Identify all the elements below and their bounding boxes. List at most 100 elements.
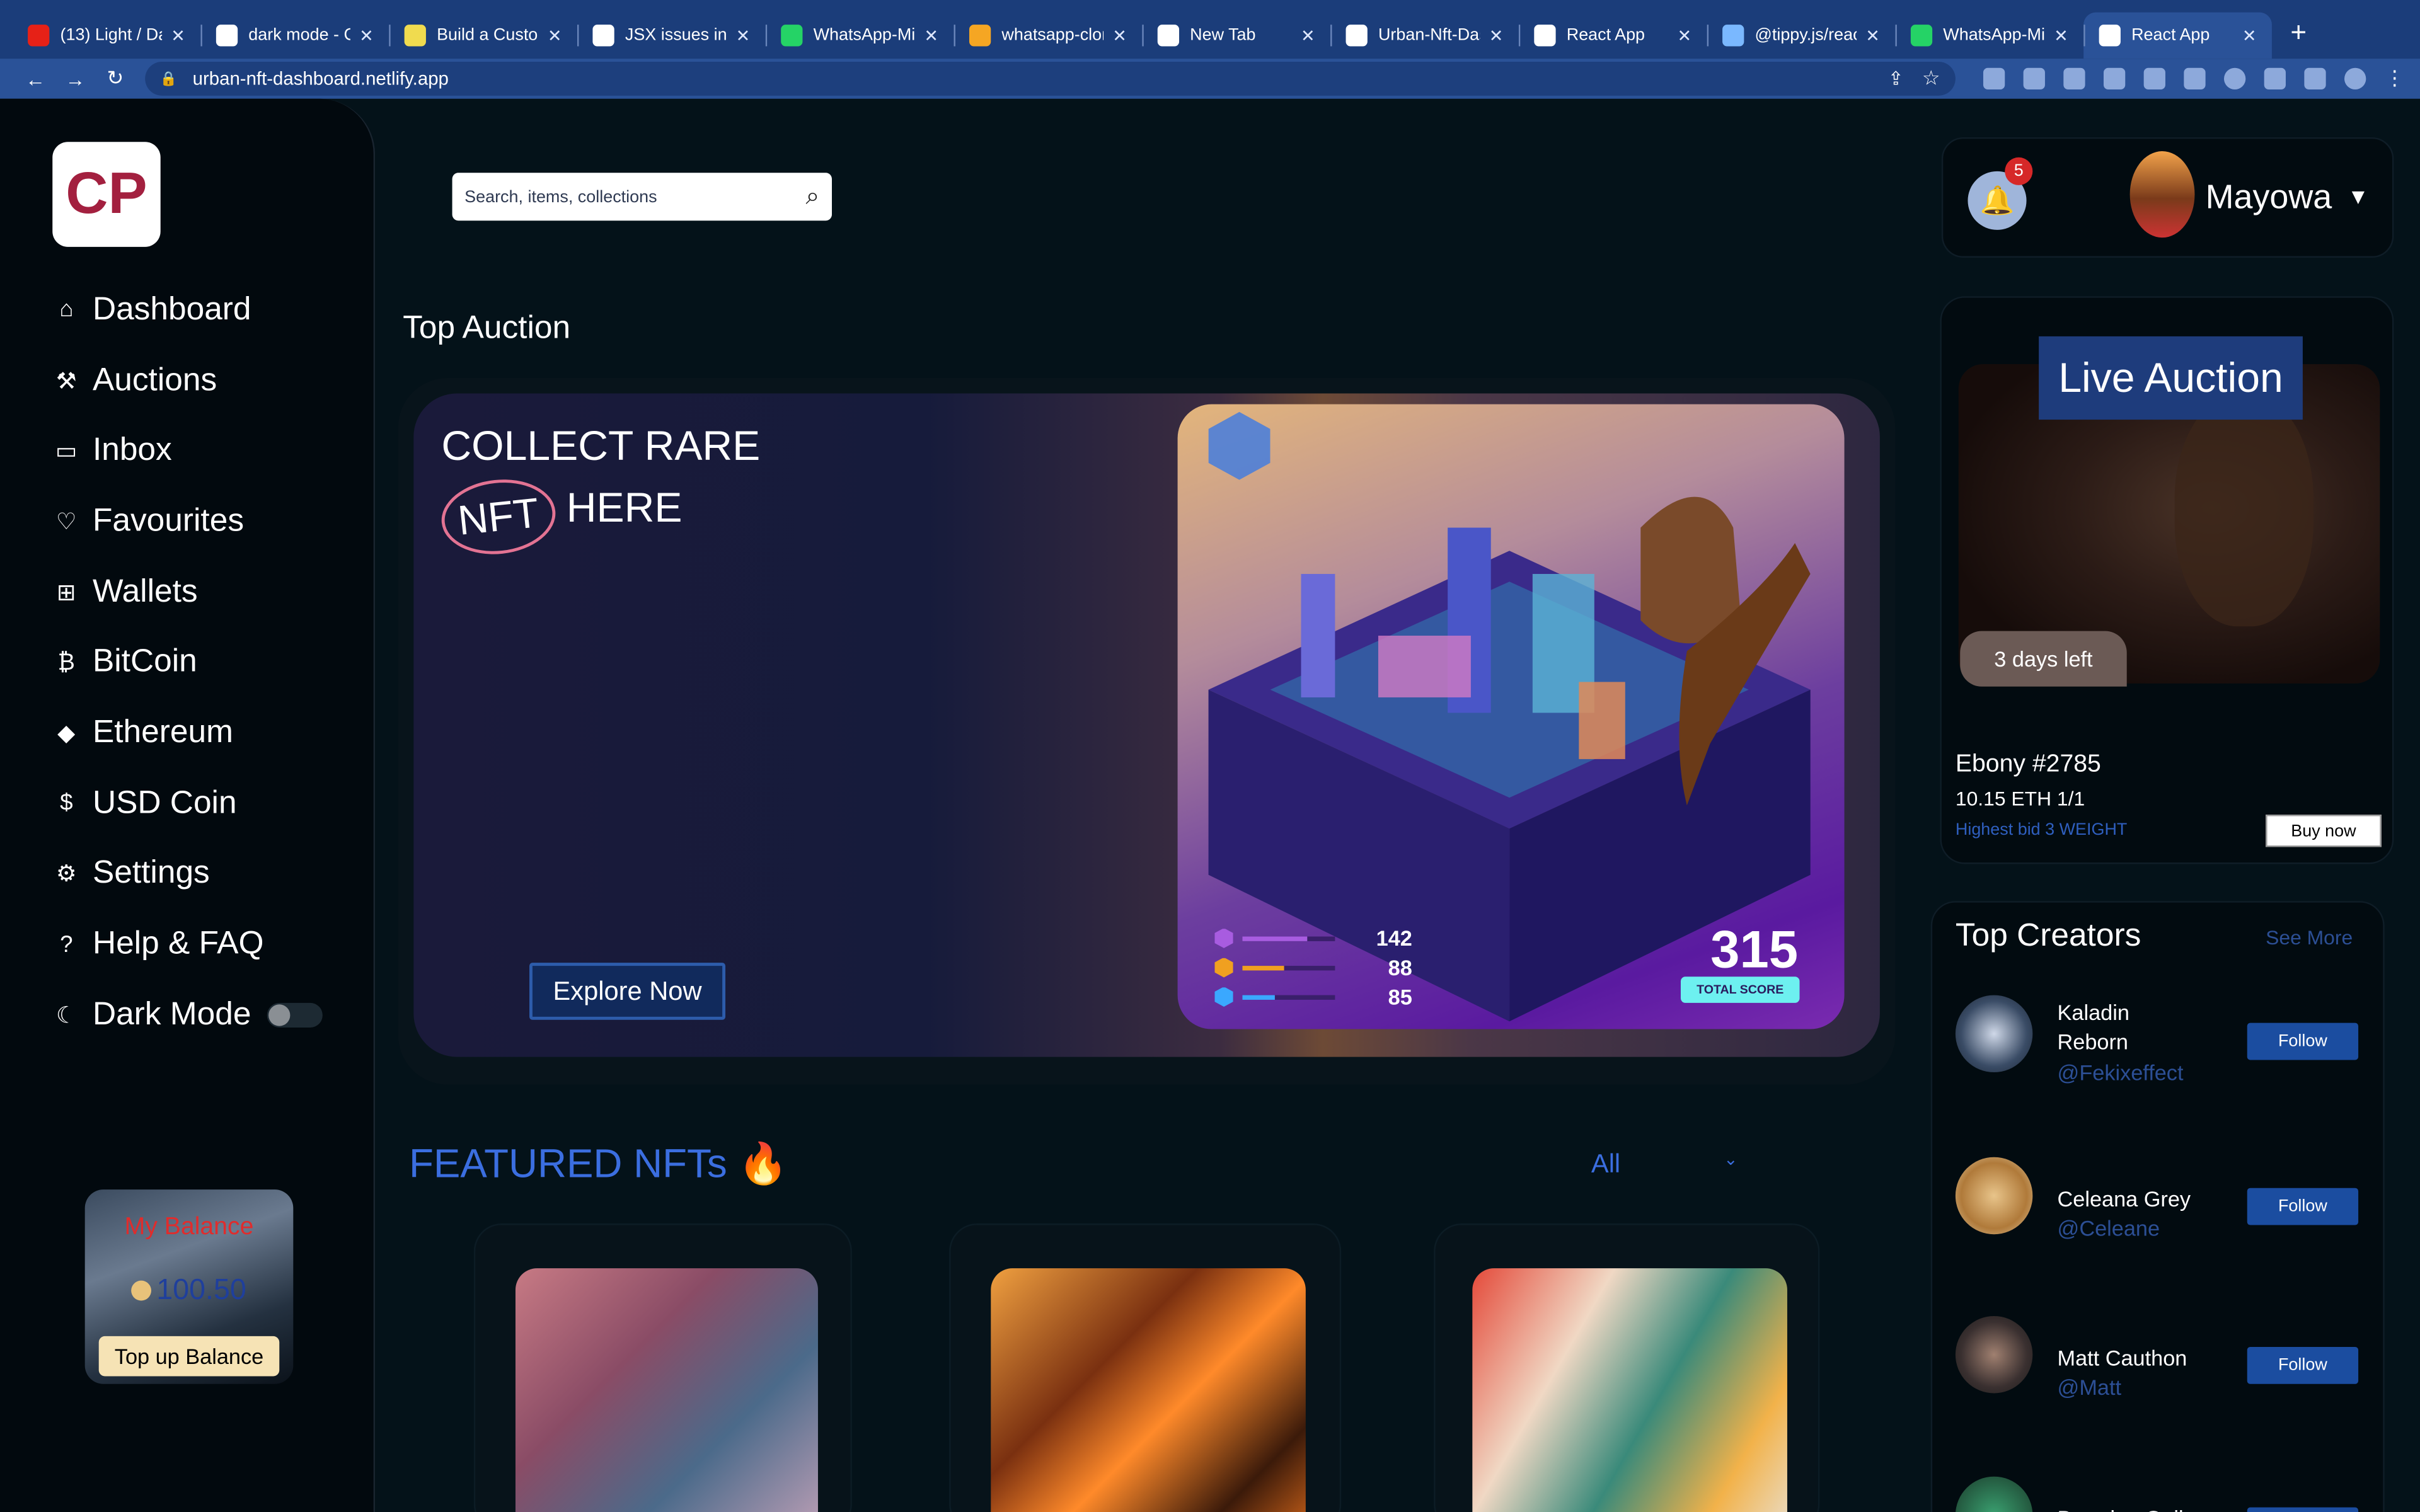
search-bar: ⌕ <box>452 173 833 221</box>
close-icon[interactable]: ✕ <box>2054 25 2068 45</box>
follow-button[interactable]: Follow <box>2247 1188 2359 1225</box>
close-icon[interactable]: ✕ <box>548 25 562 45</box>
sidebar-item-label: Dashboard <box>92 291 251 327</box>
back-icon[interactable]: ← <box>15 67 55 91</box>
share-icon[interactable]: ⇪ <box>1888 68 1904 89</box>
tab-favicon-icon <box>1345 25 1368 47</box>
featured-nft-card[interactable] <box>949 1223 1342 1512</box>
explore-now-button[interactable]: Explore Now <box>529 963 726 1020</box>
sidebar-panel-icon[interactable] <box>2304 67 2326 90</box>
creator-name: Matt Cauthon <box>2057 1345 2187 1370</box>
sidebar-item-bitcoin[interactable]: ₿ BitCoin <box>52 627 322 697</box>
close-icon[interactable]: ✕ <box>924 25 938 45</box>
sidebar-item-auctions[interactable]: ⚒ Auctions <box>52 345 322 416</box>
help-icon: ? <box>60 931 73 958</box>
close-icon[interactable]: ✕ <box>171 25 185 45</box>
sidebar-item-usd-coin[interactable]: $ USD Coin <box>52 768 322 839</box>
close-icon[interactable]: ✕ <box>359 25 374 45</box>
tab-title: dark mode - C <box>248 26 350 45</box>
profile-avatar-icon[interactable] <box>2344 67 2366 90</box>
browser-tab[interactable]: dark mode - C ✕ <box>200 13 389 59</box>
creator-handle[interactable]: @Matt <box>2058 1375 2122 1399</box>
browser-tab[interactable]: WhatsApp-Min ✕ <box>765 13 954 59</box>
sidebar-item-favourites[interactable]: ♡ Favourites <box>52 486 322 557</box>
forward-icon[interactable]: → <box>55 67 95 91</box>
browser-tab[interactable]: @tippy.js/react ✕ <box>1707 13 1896 59</box>
browser-tab[interactable]: (13) Light / Dar ✕ <box>13 13 201 59</box>
close-icon[interactable]: ✕ <box>736 25 751 45</box>
sidebar-item-label: Auctions <box>92 362 217 398</box>
sidebar-item-ethereum[interactable]: ◆ Ethereum <box>52 697 322 768</box>
follow-button[interactable]: Follow <box>2247 1507 2359 1512</box>
browser-tab[interactable]: WhatsApp-Min ✕ <box>1895 13 2083 59</box>
close-icon[interactable]: ✕ <box>1678 25 1692 45</box>
dark-mode-toggle[interactable] <box>266 1002 323 1028</box>
top-up-balance-button[interactable]: Top up Balance <box>98 1336 280 1377</box>
buy-now-button[interactable]: Buy now <box>2266 815 2382 847</box>
browser-tab[interactable]: Urban-Nft-Das ✕ <box>1330 13 1519 59</box>
featured-nft-card[interactable] <box>473 1223 852 1512</box>
avatar[interactable] <box>1955 995 2033 1073</box>
extension-icon[interactable] <box>2224 67 2246 90</box>
logo[interactable]: CP <box>52 142 161 247</box>
extension-icon[interactable] <box>2023 67 2045 90</box>
reload-icon[interactable]: ↻ <box>95 66 135 91</box>
avatar[interactable] <box>1955 1315 2033 1394</box>
menu-dots-icon[interactable]: ⋮ <box>2385 66 2405 91</box>
live-nft-name: Ebony #2785 <box>1955 751 2101 778</box>
creator-handle[interactable]: @Fekixeffect <box>2058 1060 2184 1084</box>
hexagon-icon <box>1214 957 1233 978</box>
browser-tab[interactable]: New Tab ✕ <box>1142 13 1330 59</box>
creator-row: Celeana Grey @Celeane Follow <box>1955 1157 2372 1250</box>
sidebar-item-help-faq[interactable]: ? Help & FAQ <box>52 909 322 980</box>
puzzle-icon[interactable] <box>2264 67 2286 90</box>
avatar[interactable] <box>1955 1157 2033 1235</box>
extension-icon[interactable] <box>1983 67 2005 90</box>
creator-handle[interactable]: @Celeane <box>2058 1216 2160 1240</box>
sidebar-item-inbox[interactable]: ▭ Inbox <box>52 416 322 486</box>
user-name[interactable]: Mayowa <box>2206 178 2332 218</box>
bookmark-star-icon[interactable]: ☆ <box>1922 66 1940 91</box>
highest-bid-text: Highest bid 3 WEIGHT <box>1955 820 2128 840</box>
browser-tab[interactable]: JSX issues in t ✕ <box>577 13 766 59</box>
see-more-link[interactable]: See More <box>2266 925 2353 949</box>
follow-button[interactable]: Follow <box>2247 1346 2359 1384</box>
heart-icon: ♡ <box>55 508 77 536</box>
extension-icon[interactable] <box>2143 67 2165 90</box>
close-icon[interactable]: ✕ <box>2242 25 2257 45</box>
url-field[interactable]: 🔒 urban-nft-dashboard.netlify.app ⇪ ☆ <box>144 61 1956 96</box>
hexagon-icon <box>1214 987 1233 1007</box>
sidebar-item-label: Inbox <box>92 432 172 468</box>
banner-line1: COLLECT RARE <box>441 423 761 469</box>
close-icon[interactable]: ✕ <box>1865 25 1880 45</box>
filter-value: All <box>1591 1149 1621 1179</box>
avatar[interactable] <box>1955 1476 2033 1512</box>
portrait-face-shape <box>2174 394 2314 627</box>
new-tab-button[interactable]: + <box>2272 17 2325 59</box>
close-icon[interactable]: ✕ <box>1112 25 1127 45</box>
featured-filter-select[interactable]: All ⌄ <box>1591 1150 1738 1181</box>
avatar[interactable] <box>2129 151 2195 238</box>
follow-button[interactable]: Follow <box>2247 1022 2359 1060</box>
sidebar-item-wallets[interactable]: ⊞ Wallets <box>52 556 322 627</box>
live-auction-card: Live Auction 3 days left Ebony #2785 10.… <box>1940 296 2394 864</box>
extension-icon[interactable] <box>2104 67 2126 90</box>
sidebar-item-settings[interactable]: ⚙ Settings <box>52 839 322 909</box>
browser-tab[interactable]: Build a Custom ✕ <box>389 13 577 59</box>
close-icon[interactable]: ✕ <box>1301 25 1315 45</box>
sidebar-item-dashboard[interactable]: ⌂ Dashboard <box>52 275 322 345</box>
featured-nft-card[interactable] <box>1434 1223 1820 1512</box>
top-auction-heading: Top Auction <box>403 310 571 346</box>
search-icon[interactable]: ⌕ <box>805 183 819 210</box>
extension-icon[interactable] <box>2063 67 2085 90</box>
browser-tab[interactable]: whatsapp-clon ✕ <box>954 13 1142 59</box>
browser-tab[interactable]: React App ✕ <box>2083 12 2272 59</box>
browser-tab[interactable]: React App ✕ <box>1518 13 1707 59</box>
chevron-down-icon[interactable]: ▼ <box>2348 183 2369 208</box>
extension-icon[interactable] <box>2184 67 2206 90</box>
close-icon[interactable]: ✕ <box>1489 25 1504 45</box>
tab-title: WhatsApp-Min <box>813 26 915 45</box>
sidebar-item-dark-mode[interactable]: ☾ Dark Mode <box>52 980 323 1050</box>
days-left-badge: 3 days left <box>1960 631 2127 687</box>
search-input[interactable] <box>464 187 806 206</box>
